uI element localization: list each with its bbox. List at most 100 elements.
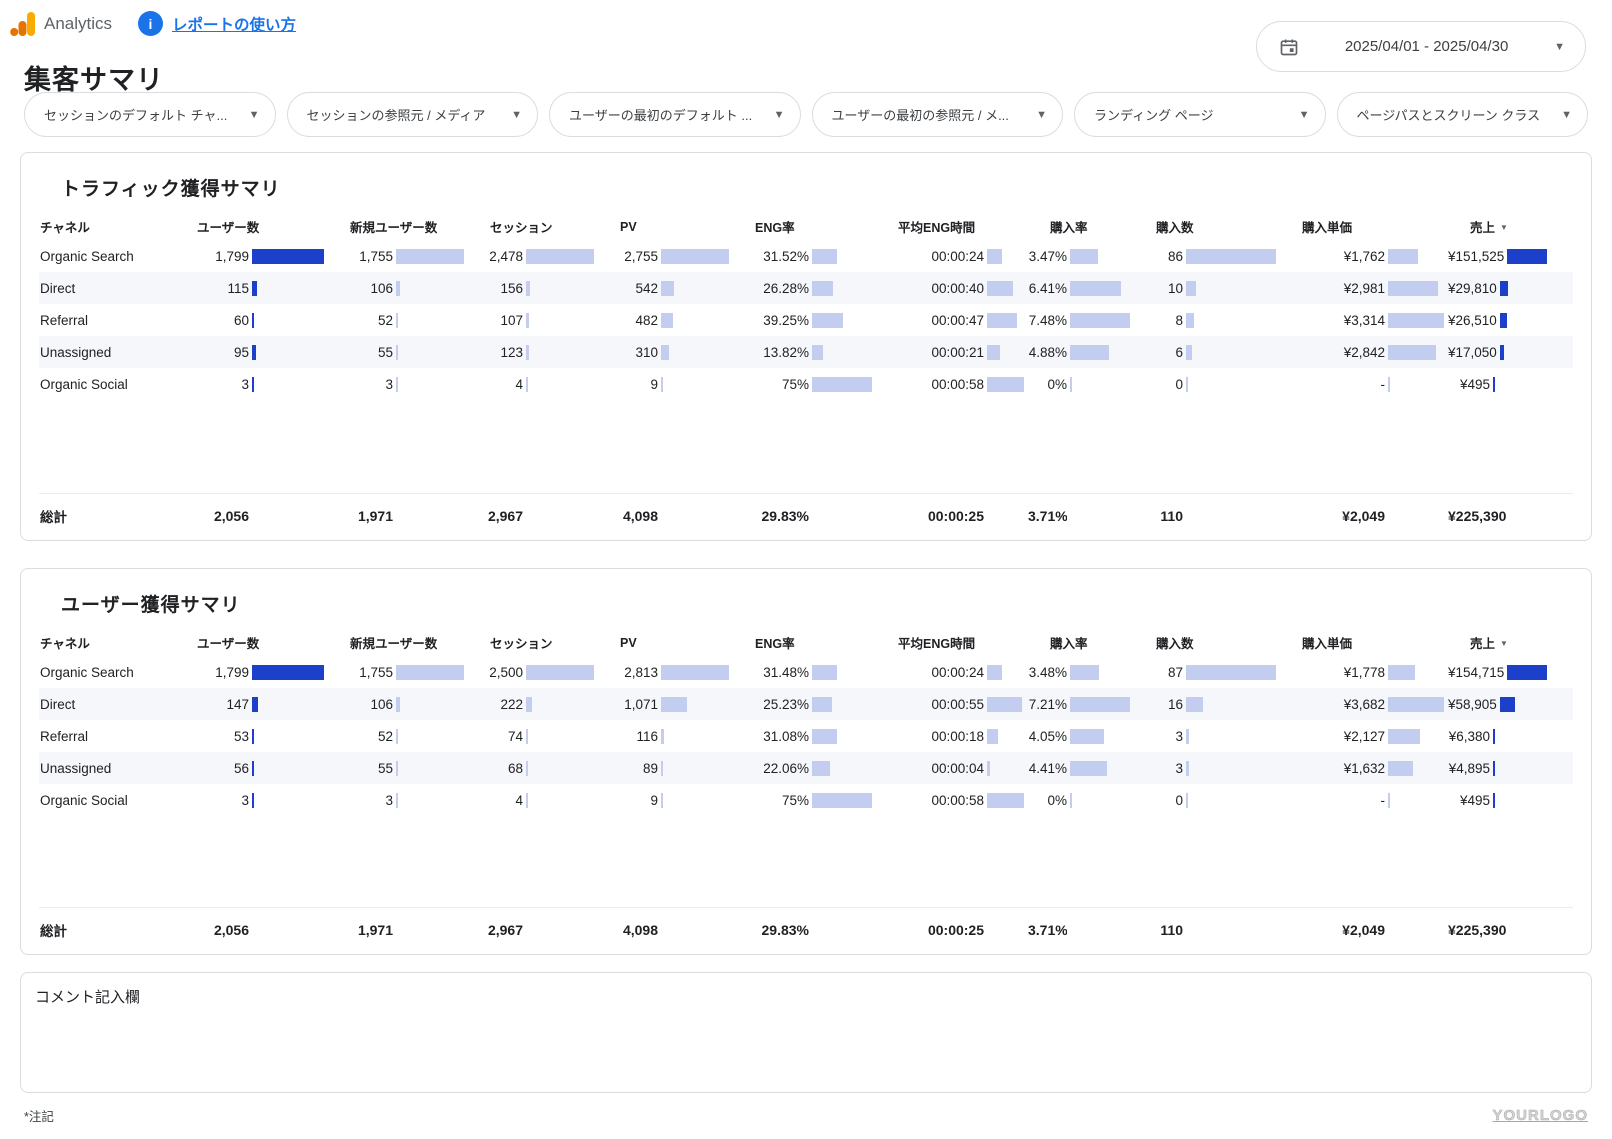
metric-value: 25.23% [733, 697, 809, 712]
table-row[interactable]: Organic Search1,7991,7552,4782,75531.52%… [39, 240, 1573, 272]
bar-track [1186, 281, 1276, 296]
metric-value: ¥2,127 [1280, 729, 1385, 744]
column-header-eng-rate[interactable]: ENG率 [729, 217, 872, 236]
column-header-channel[interactable]: チャネル [39, 217, 171, 236]
metric-value: 00:00:21 [876, 345, 984, 360]
value-bar [1388, 697, 1444, 712]
filter-chip-5[interactable]: ランディング ページ▼ [1074, 92, 1326, 137]
column-header-purchases[interactable]: 購入数 [1130, 217, 1276, 236]
bar-track [1493, 761, 1533, 776]
filter-chip-6[interactable]: ページパスとスクリーン クラス▼ [1337, 92, 1589, 137]
column-header-channel[interactable]: チャネル [39, 633, 171, 652]
column-header-users[interactable]: ユーザー数 [171, 633, 324, 652]
column-header-label: 購入数 [1156, 637, 1194, 651]
filter-chip-4[interactable]: ユーザーの最初の参照元 / メ...▼ [812, 92, 1064, 137]
metric-value: 53 [175, 729, 249, 744]
metric-cell-users: 3 [171, 377, 324, 392]
value-bar [987, 761, 990, 776]
bar-track [1186, 697, 1276, 712]
metric-value: 0 [1134, 377, 1183, 392]
metric-cell-revenue: ¥6,380 [1444, 729, 1573, 744]
column-header-revenue[interactable]: 売上▼ [1444, 633, 1573, 652]
bar-track [987, 313, 1024, 328]
metric-cell-eng-rate: 75% [729, 793, 872, 808]
value-bar [661, 345, 669, 360]
value-bar [1388, 793, 1390, 808]
bar-track [812, 729, 872, 744]
spacer [39, 816, 1573, 907]
bar-track [526, 665, 594, 680]
bar-track [1070, 923, 1130, 938]
value-bar [1388, 761, 1413, 776]
value-bar [1186, 345, 1192, 360]
metric-value: ¥1,762 [1280, 249, 1385, 264]
column-header-unit-price[interactable]: 購入単価 [1276, 633, 1444, 652]
value-bar [812, 665, 837, 680]
table-row[interactable]: Unassigned955512331013.82%00:00:214.88%6… [39, 336, 1573, 368]
table-row[interactable]: Direct11510615654226.28%00:00:406.41%10¥… [39, 272, 1573, 304]
column-header-purchase-rate[interactable]: 購入率 [1024, 633, 1130, 652]
metric-value: 0% [1028, 377, 1067, 392]
bar-track [661, 281, 729, 296]
value-bar [661, 793, 663, 808]
spacer [39, 400, 1573, 493]
bar-track [252, 281, 324, 296]
bar-track [1186, 665, 1276, 680]
filter-chip-3[interactable]: ユーザーの最初のデフォルト ...▼ [549, 92, 801, 137]
column-header-unit-price[interactable]: 購入単価 [1276, 217, 1444, 236]
column-header-purchases[interactable]: 購入数 [1130, 633, 1276, 652]
column-header-pv[interactable]: PV [594, 220, 729, 234]
column-header-sessions[interactable]: セッション [464, 217, 594, 236]
metric-value: 00:00:58 [876, 793, 984, 808]
column-header-pv[interactable]: PV [594, 636, 729, 650]
bar-track [252, 313, 324, 328]
report-help-link[interactable]: レポートの使い方 [172, 13, 296, 35]
column-header-sessions[interactable]: セッション [464, 633, 594, 652]
metric-cell-pv: 310 [594, 345, 729, 360]
table-row[interactable]: Referral53527411631.08%00:00:184.05%3¥2,… [39, 720, 1573, 752]
total-label: 総計 [39, 506, 171, 526]
column-header-new-users[interactable]: 新規ユーザー数 [324, 633, 464, 652]
column-header-purchase-rate[interactable]: 購入率 [1024, 217, 1130, 236]
metric-value: 00:00:04 [876, 761, 984, 776]
filter-chip-1[interactable]: セッションのデフォルト チャ...▼ [24, 92, 276, 137]
column-header-eng-rate[interactable]: ENG率 [729, 633, 872, 652]
column-header-label: ENG率 [755, 637, 795, 651]
bar-track [1509, 923, 1549, 938]
metric-cell-new-users: 52 [324, 313, 464, 328]
metric-cell-purchases: 87 [1130, 665, 1276, 680]
column-header-avg-eng-time[interactable]: 平均ENG時間 [872, 633, 1024, 652]
metric-cell-revenue: ¥495 [1444, 793, 1573, 808]
value-bar [1186, 729, 1189, 744]
column-header-users[interactable]: ユーザー数 [171, 217, 324, 236]
filter-chip-2[interactable]: セッションの参照元 / メディア▼ [287, 92, 539, 137]
metric-cell-new-users: 1,755 [324, 249, 464, 264]
table-row[interactable]: Organic Social334975%00:00:580%0-¥495 [39, 368, 1573, 400]
metric-cell-purchase-rate: 4.05% [1024, 729, 1130, 744]
value-bar [1507, 665, 1547, 680]
bar-track [396, 345, 464, 360]
bar-track [396, 729, 464, 744]
value-bar [1388, 377, 1390, 392]
column-header-revenue[interactable]: 売上▼ [1444, 217, 1573, 236]
column-header-new-users[interactable]: 新規ユーザー数 [324, 217, 464, 236]
metric-cell-revenue: ¥29,810 [1444, 281, 1580, 296]
bar-track [252, 793, 324, 808]
table-row[interactable]: Unassigned5655688922.06%00:00:044.41%3¥1… [39, 752, 1573, 784]
metric-cell-unit-price: ¥1,632 [1276, 761, 1444, 776]
metric-cell-purchases: 16 [1130, 697, 1276, 712]
table-row[interactable]: Organic Social334975%00:00:580%0-¥495 [39, 784, 1573, 816]
metric-cell-revenue: ¥154,715 [1444, 665, 1587, 680]
metric-value: 52 [328, 313, 393, 328]
bar-track [661, 665, 729, 680]
date-range-control[interactable]: 2025/04/01 - 2025/04/30 ▼ [1256, 21, 1586, 72]
table-row[interactable]: Organic Search1,7991,7552,5002,81331.48%… [39, 656, 1573, 688]
table-row[interactable]: Referral605210748239.25%00:00:477.48%8¥3… [39, 304, 1573, 336]
column-header-avg-eng-time[interactable]: 平均ENG時間 [872, 217, 1024, 236]
table-row[interactable]: Direct1471062221,07125.23%00:00:557.21%1… [39, 688, 1573, 720]
value-bar [812, 697, 832, 712]
value-bar [661, 249, 729, 264]
comment-box[interactable]: コメント記入欄 [20, 972, 1592, 1093]
metric-value: 68 [468, 761, 523, 776]
bar-track [987, 793, 1024, 808]
